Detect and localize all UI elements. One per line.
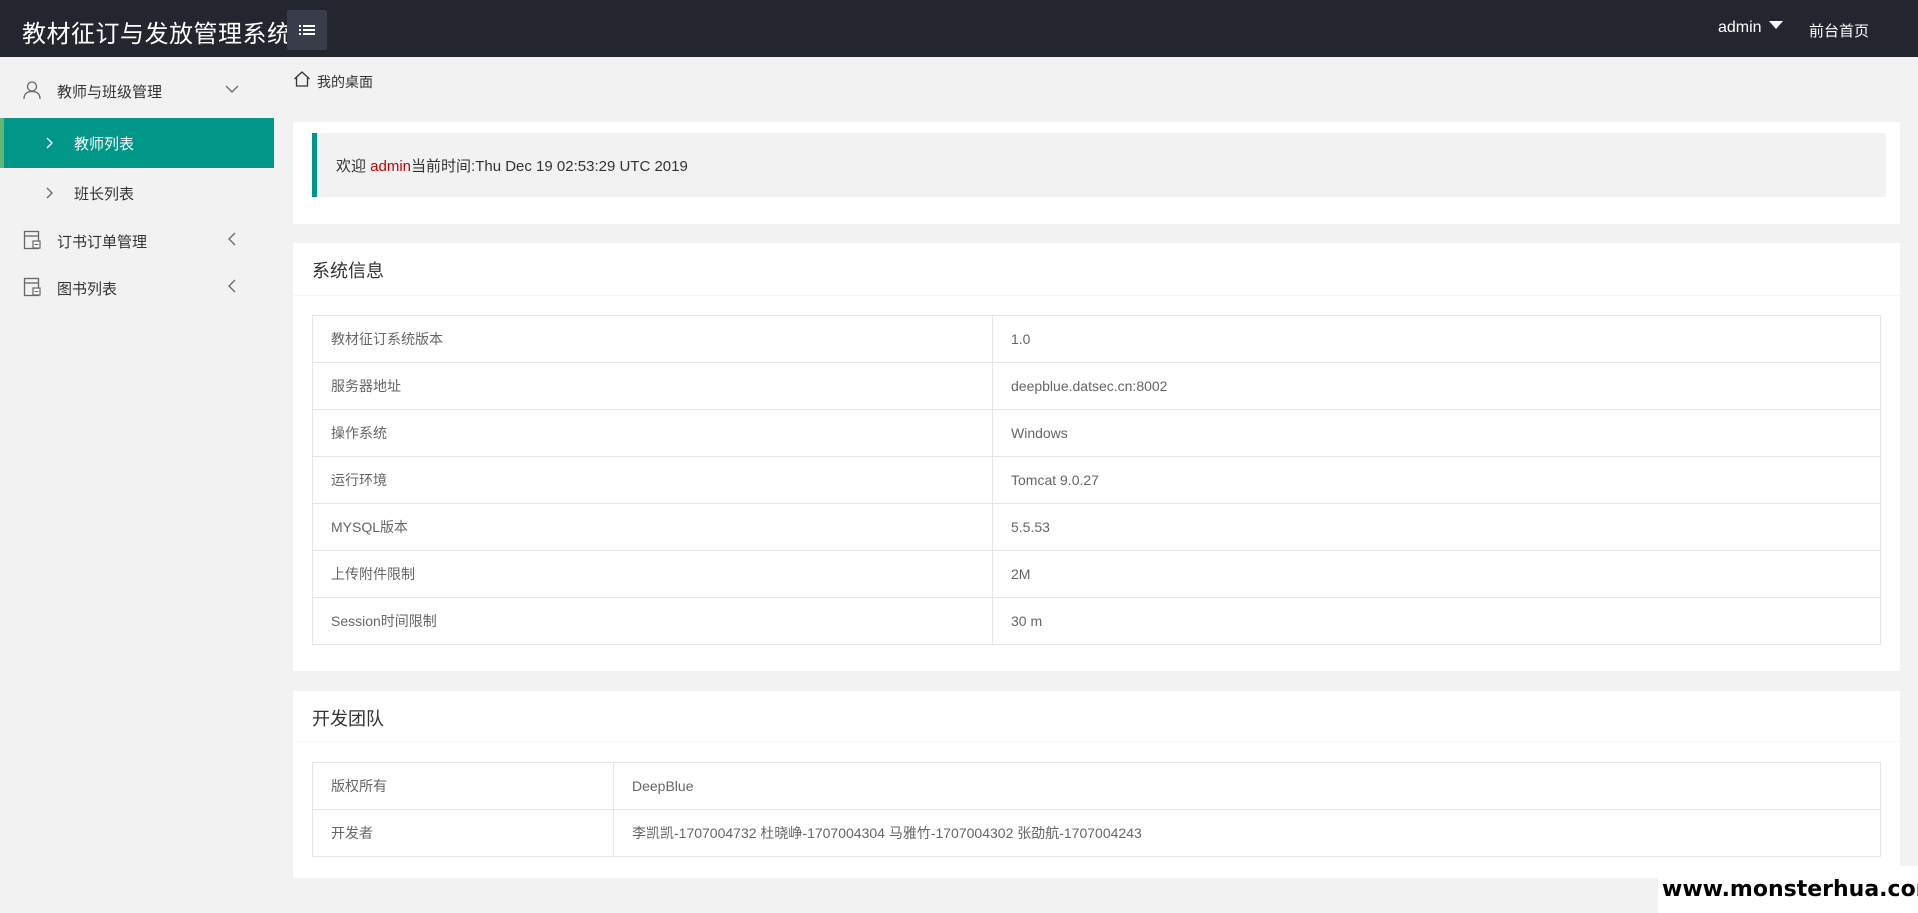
info-key: 运行环境: [312, 456, 993, 504]
sidebar-group-label: 订书订单管理: [57, 234, 148, 251]
sidebar-group-order-management[interactable]: 订书订单管理: [0, 217, 274, 265]
dev-team-table: 版权所有 DeepBlue 开发者 李凯凯-1707004732 杜晓峥-170…: [312, 762, 1881, 857]
info-value: DeepBlue: [613, 762, 1881, 810]
watermark: www.monsterhua.com: [1658, 866, 1918, 913]
system-info-table: 教材征订系统版本 1.0 服务器地址 deepblue.datsec.cn:80…: [312, 315, 1881, 645]
card-divider: [293, 295, 1900, 296]
breadcrumb-current[interactable]: 我的桌面: [317, 72, 373, 92]
chevron-left-icon: [228, 232, 236, 246]
sidebar: 教师与班级管理 教师列表 班长列表 订书订单管理 图书列表: [0, 57, 274, 913]
info-key: MYSQL版本: [312, 503, 993, 551]
info-key: 开发者: [312, 809, 614, 857]
front-page-link[interactable]: 前台首页: [1809, 20, 1869, 41]
info-value: deepblue.datsec.cn:8002: [992, 362, 1881, 410]
info-key: 服务器地址: [312, 362, 993, 410]
chevron-right-icon: [46, 187, 53, 199]
dev-team-card: 开发团队 版权所有 DeepBlue 开发者 李凯凯-1707004732 杜晓…: [293, 691, 1900, 878]
info-value: 5.5.53: [992, 503, 1881, 551]
sidebar-group-label: 图书列表: [57, 281, 118, 298]
info-value: 1.0: [992, 315, 1881, 363]
user-menu[interactable]: admin: [1718, 19, 1783, 37]
sidebar-group-book-list[interactable]: 图书列表: [0, 264, 274, 312]
chevron-left-icon: [228, 279, 236, 293]
table-row: Session时间限制 30 m: [312, 597, 1881, 645]
sidebar-group-teacher-class[interactable]: 教师与班级管理: [0, 67, 274, 115]
info-value: 30 m: [992, 597, 1881, 645]
info-value: Windows: [992, 409, 1881, 457]
welcome-card: 欢迎 admin当前时间:Thu Dec 19 02:53:29 UTC 201…: [293, 122, 1900, 224]
sidebar-item-label: 班长列表: [74, 186, 135, 203]
sidebar-toggle-button[interactable]: [287, 10, 327, 50]
welcome-prefix: 欢迎: [336, 158, 371, 175]
card-title: 开发团队: [312, 709, 384, 729]
table-row: 服务器地址 deepblue.datsec.cn:8002: [312, 362, 1881, 410]
app-title: 教材征订与发放管理系统: [22, 21, 292, 48]
breadcrumb: 我的桌面: [274, 57, 1918, 103]
form-icon: [23, 277, 41, 297]
info-key: 版权所有: [312, 762, 614, 810]
sidebar-item-teacher-list[interactable]: 教师列表: [0, 118, 274, 168]
info-value: Tomcat 9.0.27: [992, 456, 1881, 504]
welcome-message: 欢迎 admin当前时间:Thu Dec 19 02:53:29 UTC 201…: [336, 155, 688, 176]
welcome-user: admin: [370, 158, 412, 175]
info-key: 上传附件限制: [312, 550, 993, 598]
user-name: admin: [1718, 19, 1762, 36]
chevron-right-icon: [46, 137, 53, 149]
home-icon: [294, 71, 310, 87]
table-row: MYSQL版本 5.5.53: [312, 503, 1881, 551]
caret-down-icon: [1768, 21, 1783, 29]
system-info-card: 系统信息 教材征订系统版本 1.0 服务器地址 deepblue.datsec.…: [293, 243, 1900, 671]
sidebar-group-label: 教师与班级管理: [57, 84, 163, 101]
welcome-time: Thu Dec 19 02:53:29 UTC 2019: [475, 158, 688, 175]
table-row: 上传附件限制 2M: [312, 550, 1881, 598]
menu-icon: [299, 25, 315, 35]
info-key: 教材征订系统版本: [312, 315, 993, 363]
form-icon: [23, 230, 41, 250]
top-header: 教材征订与发放管理系统 admin 前台首页: [0, 0, 1918, 57]
info-value: 李凯凯-1707004732 杜晓峥-1707004304 马雅竹-170700…: [613, 809, 1881, 857]
info-value: 2M: [992, 550, 1881, 598]
table-row: 版权所有 DeepBlue: [312, 762, 1881, 810]
welcome-message-box: 欢迎 admin当前时间:Thu Dec 19 02:53:29 UTC 201…: [312, 133, 1886, 197]
info-key: Session时间限制: [312, 597, 993, 645]
sidebar-item-monitor-list[interactable]: 班长列表: [0, 168, 274, 218]
table-row: 教材征订系统版本 1.0: [312, 315, 1881, 363]
table-row: 运行环境 Tomcat 9.0.27: [312, 456, 1881, 504]
card-title: 系统信息: [312, 261, 384, 281]
sidebar-item-label: 教师列表: [74, 136, 135, 153]
table-row: 开发者 李凯凯-1707004732 杜晓峥-1707004304 马雅竹-17…: [312, 809, 1881, 857]
welcome-time-label: 当前时间:: [411, 158, 476, 175]
table-row: 操作系统 Windows: [312, 409, 1881, 457]
user-icon: [23, 81, 41, 100]
card-divider: [293, 741, 1900, 742]
chevron-down-icon: [225, 85, 239, 93]
info-key: 操作系统: [312, 409, 993, 457]
